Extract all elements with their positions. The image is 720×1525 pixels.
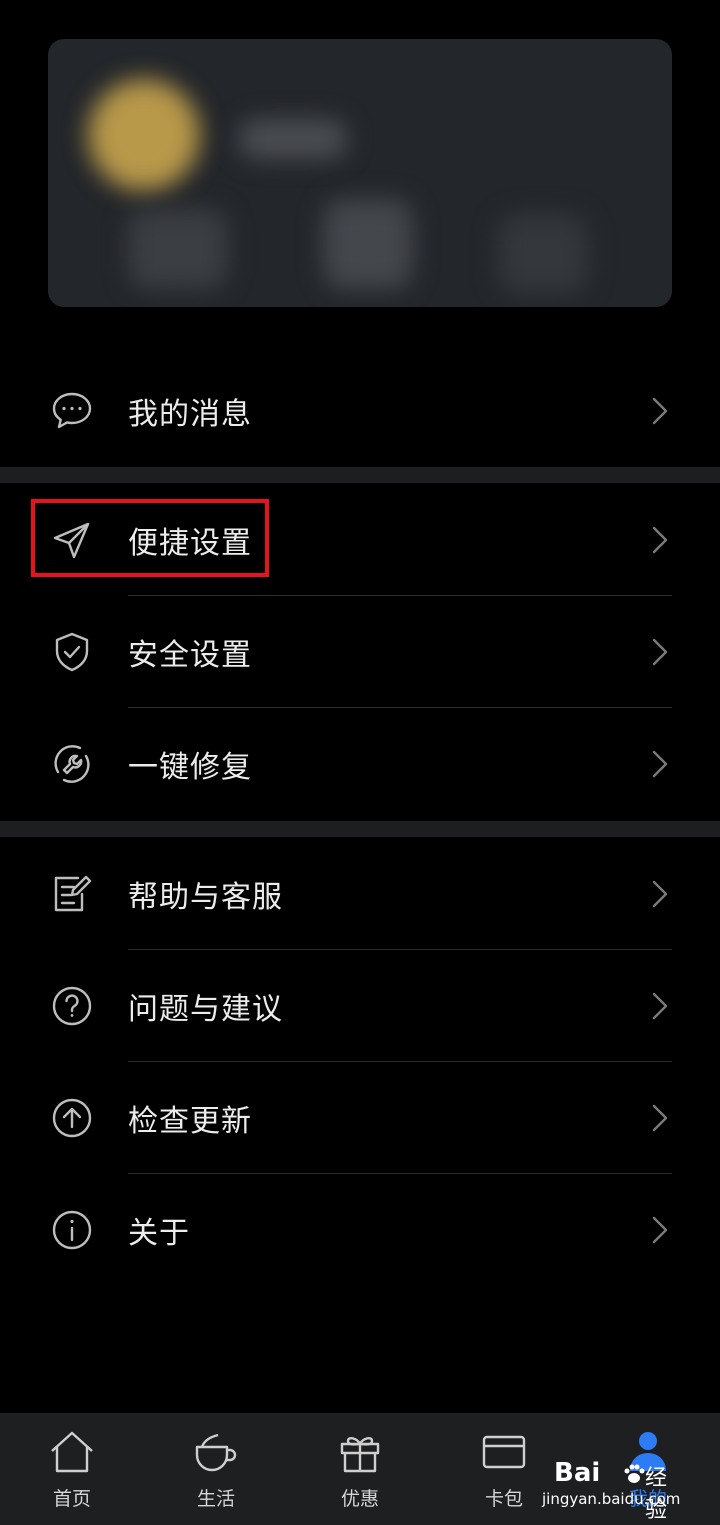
user-icon bbox=[624, 1429, 672, 1475]
menu-item-label: 安全设置 bbox=[128, 638, 252, 673]
menu-group-messages: 我的消息 bbox=[0, 355, 720, 467]
profile-stat-2[interactable] bbox=[323, 199, 413, 289]
section-separator bbox=[0, 467, 720, 483]
username-blurred bbox=[238, 119, 348, 159]
menu-item-security-settings[interactable]: 安全设置 bbox=[0, 596, 720, 708]
menu-item-label: 帮助与客服 bbox=[128, 880, 283, 915]
chevron-right-icon bbox=[650, 1214, 670, 1246]
info-circle-icon bbox=[50, 1208, 94, 1252]
menu-item-about[interactable]: 关于 bbox=[0, 1174, 720, 1286]
menu-item-help-service[interactable]: 帮助与客服 bbox=[0, 838, 720, 950]
chevron-right-icon bbox=[650, 1102, 670, 1134]
tab-wallet[interactable]: 卡包 bbox=[432, 1413, 576, 1525]
menu-item-check-update[interactable]: 检查更新 bbox=[0, 1062, 720, 1174]
card-icon bbox=[480, 1429, 528, 1475]
menu-item-label: 关于 bbox=[128, 1216, 190, 1251]
coffee-cup-icon bbox=[192, 1429, 240, 1475]
question-circle-icon bbox=[50, 984, 94, 1028]
tab-home[interactable]: 首页 bbox=[0, 1413, 144, 1525]
chevron-right-icon bbox=[650, 395, 670, 427]
tab-label: 生活 bbox=[196, 1488, 235, 1510]
tab-label: 我的 bbox=[628, 1488, 667, 1510]
tab-offers[interactable]: 优惠 bbox=[288, 1413, 432, 1525]
chevron-right-icon bbox=[650, 878, 670, 910]
chevron-right-icon bbox=[650, 636, 670, 668]
menu-item-messages[interactable]: 我的消息 bbox=[0, 355, 720, 467]
chevron-right-icon bbox=[650, 990, 670, 1022]
arrow-up-circle-icon bbox=[50, 1096, 94, 1140]
tab-life[interactable]: 生活 bbox=[144, 1413, 288, 1525]
tab-label: 首页 bbox=[52, 1488, 91, 1510]
home-icon bbox=[48, 1429, 96, 1475]
highlight-annotation-box bbox=[31, 499, 269, 577]
menu-item-one-click-repair[interactable]: 一键修复 bbox=[0, 708, 720, 820]
section-separator bbox=[0, 821, 720, 837]
chat-bubble-icon bbox=[50, 389, 94, 433]
menu-item-label: 检查更新 bbox=[128, 1104, 252, 1139]
menu-item-label: 一键修复 bbox=[128, 750, 252, 785]
repair-wrench-icon bbox=[50, 742, 94, 786]
shield-check-icon bbox=[50, 630, 94, 674]
profile-stat-1[interactable] bbox=[128, 209, 228, 289]
tab-label: 优惠 bbox=[340, 1488, 379, 1510]
menu-item-label: 我的消息 bbox=[128, 397, 252, 432]
menu-item-feedback[interactable]: 问题与建议 bbox=[0, 950, 720, 1062]
avatar[interactable] bbox=[88, 79, 200, 191]
chevron-right-icon bbox=[650, 748, 670, 780]
edit-document-icon bbox=[50, 872, 94, 916]
bottom-tab-bar: 首页 生活 优惠 卡包 我的 bbox=[0, 1413, 720, 1525]
gift-icon bbox=[336, 1429, 384, 1475]
menu-item-label: 问题与建议 bbox=[128, 992, 283, 1027]
chevron-right-icon bbox=[650, 524, 670, 556]
profile-stat-3[interactable] bbox=[498, 214, 588, 294]
profile-card[interactable] bbox=[48, 39, 672, 307]
tab-label: 卡包 bbox=[484, 1488, 523, 1510]
menu-group-support: 帮助与客服 问题与建议 检查更新 关于 bbox=[0, 838, 720, 1286]
tab-mine[interactable]: 我的 bbox=[576, 1413, 720, 1525]
